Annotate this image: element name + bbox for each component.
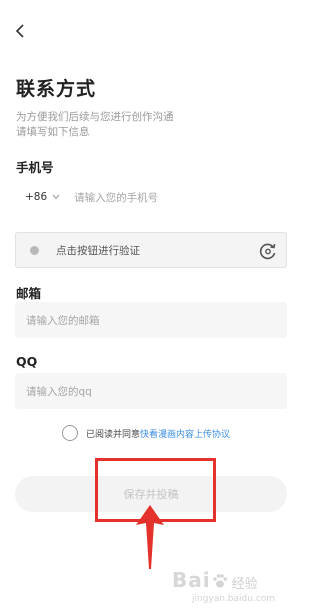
phone-input[interactable]: 请输入您的手机号 xyxy=(74,190,158,205)
watermark-url: jingyan.baidu.com xyxy=(192,594,276,604)
phone-label: 手机号 xyxy=(16,160,54,175)
agreement-link[interactable]: 快看漫画内容上传协议 xyxy=(140,427,230,440)
verify-button-label: 点击按钮进行验证 xyxy=(56,244,140,257)
paw-icon xyxy=(212,574,227,588)
watermark-logo-text: Bai xyxy=(172,568,211,592)
agreement-text: 已阅读并同意 xyxy=(86,429,141,440)
qq-placeholder: 请输入您的qq xyxy=(26,385,92,398)
agreement-checkbox[interactable] xyxy=(62,425,78,441)
annotation-arrow-icon xyxy=(136,505,164,569)
qq-field[interactable]: 请输入您的qq xyxy=(15,373,287,409)
phone-input-row: +86 请输入您的手机号 xyxy=(15,180,287,214)
chevron-left-icon xyxy=(15,24,24,38)
qq-label: QQ xyxy=(16,354,38,369)
description-line-2: 请填写如下信息 xyxy=(16,126,90,138)
back-button[interactable] xyxy=(14,22,28,40)
watermark-cn-text: 经验 xyxy=(231,577,258,592)
email-field[interactable]: 请输入您的邮箱 xyxy=(15,302,287,338)
refresh-icon[interactable] xyxy=(259,242,277,260)
chevron-down-icon[interactable] xyxy=(52,194,60,200)
country-code-selector[interactable]: +86 xyxy=(25,191,47,203)
page-description: 为方便我们后续与您进行创作沟通 请填写如下信息 xyxy=(16,110,174,140)
email-label: 邮箱 xyxy=(16,286,42,301)
verify-button[interactable]: 点击按钮进行验证 xyxy=(15,232,287,268)
page-title: 联系方式 xyxy=(16,78,97,100)
agreement-row: 已阅读并同意 快看漫画内容上传协议 xyxy=(62,425,230,441)
verify-dot-icon xyxy=(30,245,39,255)
baidu-jingyan-watermark: Bai 经验 jingyan.baidu.com xyxy=(172,568,275,604)
description-line-1: 为方便我们后续与您进行创作沟通 xyxy=(16,111,174,123)
email-placeholder: 请输入您的邮箱 xyxy=(26,314,100,327)
